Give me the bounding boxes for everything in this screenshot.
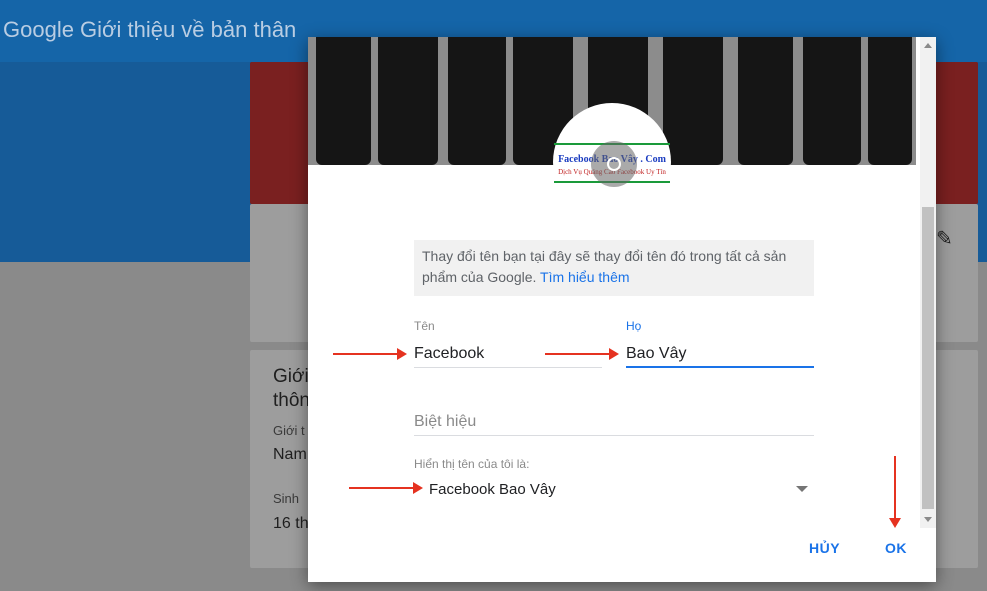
camera-icon[interactable] <box>591 141 637 187</box>
learn-more-link[interactable]: Tìm hiểu thêm <box>540 269 629 285</box>
first-name-underline <box>414 367 602 368</box>
first-name-label: Tên <box>414 319 435 333</box>
ok-button[interactable]: OK <box>885 540 907 556</box>
last-name-underline <box>626 366 814 368</box>
scroll-down-icon[interactable] <box>924 517 932 522</box>
gender-label: Giới t <box>273 423 305 438</box>
edit-name-dialog: Facebook Bao Vây . Com Dịch Vụ Quảng Cáo… <box>308 37 936 582</box>
app-title: Google Giới thiệu về bản thân <box>3 17 297 42</box>
nickname-input[interactable]: Biệt hiệu <box>414 413 476 431</box>
nickname-underline <box>414 435 814 436</box>
card-heading-line1: Giới <box>273 366 309 387</box>
scroll-thumb[interactable] <box>922 207 934 509</box>
scroll-up-icon[interactable] <box>924 43 932 48</box>
gender-value: Nam <box>273 446 307 463</box>
annotation-arrow-ok <box>889 456 901 528</box>
birthday-value: 16 th <box>273 515 309 532</box>
birthday-label: Sinh <box>273 491 300 506</box>
last-name-input[interactable]: Bao Vây <box>626 345 686 363</box>
annotation-arrow-display-name <box>349 482 423 494</box>
pencil-icon[interactable]: ✎ <box>936 226 953 251</box>
annotation-arrow-last-name <box>545 348 619 360</box>
card-heading-line2: thôn <box>273 390 310 411</box>
dialog-scrollbar[interactable] <box>920 37 936 528</box>
annotation-arrow-first-name <box>333 348 407 360</box>
cancel-button[interactable]: HỦY <box>809 540 840 556</box>
info-box: Thay đổi tên bạn tại đây sẽ thay đổi tên… <box>414 240 814 296</box>
chevron-down-icon[interactable] <box>796 486 808 492</box>
display-as-label: Hiển thị tên của tôi là: <box>414 457 530 471</box>
display-as-select[interactable]: Facebook Bao Vây <box>429 481 556 498</box>
last-name-label: Họ <box>626 319 642 333</box>
first-name-input[interactable]: Facebook <box>414 345 484 363</box>
